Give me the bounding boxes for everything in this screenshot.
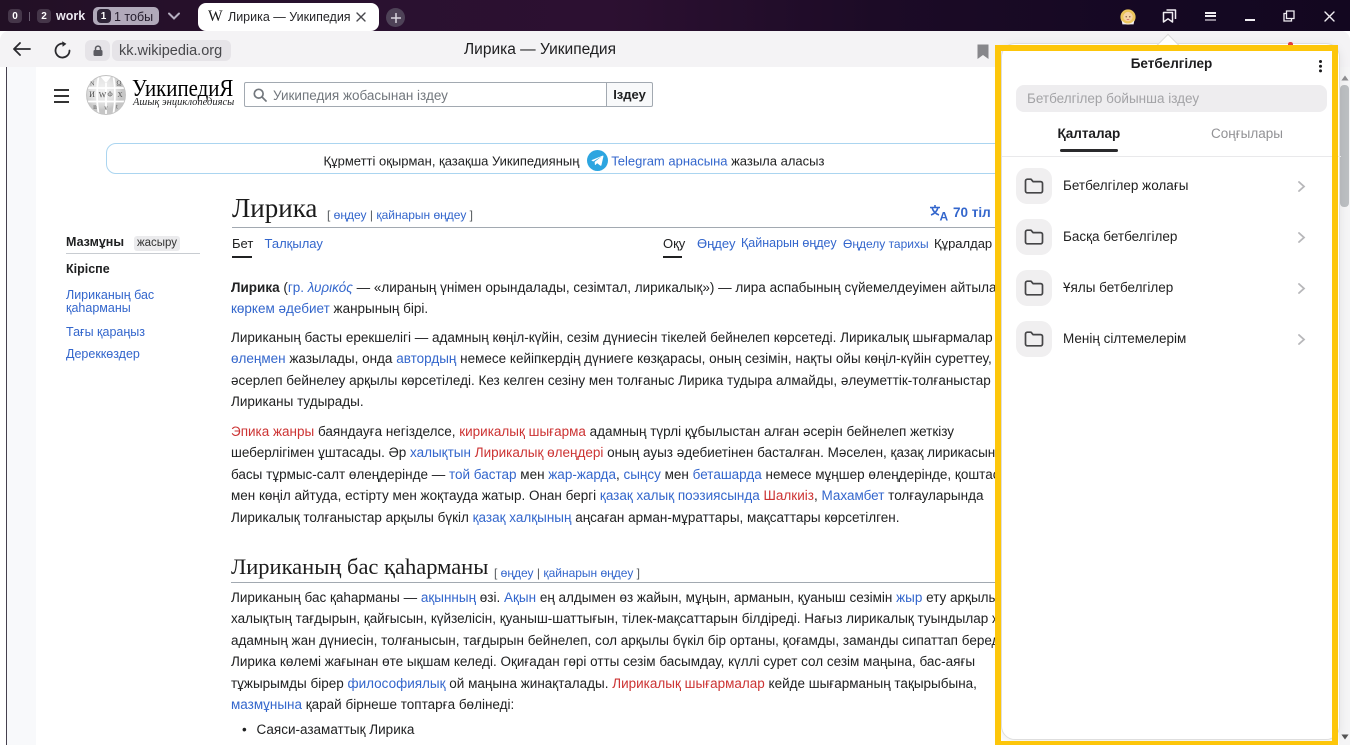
svg-text:Φ: Φ bbox=[107, 91, 112, 99]
svg-text:A: A bbox=[940, 210, 949, 222]
svg-text:n: n bbox=[93, 103, 97, 111]
svg-text:Ω: Ω bbox=[116, 80, 121, 88]
svg-text:N: N bbox=[90, 82, 95, 88]
svg-text:W: W bbox=[99, 91, 107, 100]
svg-text:v: v bbox=[104, 104, 108, 112]
svg-text:И: И bbox=[89, 90, 95, 99]
svg-text:X: X bbox=[117, 91, 122, 99]
